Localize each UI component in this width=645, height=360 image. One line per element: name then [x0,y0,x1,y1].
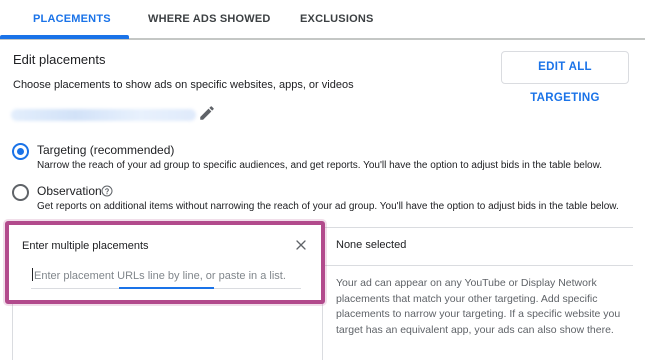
targeting-label: Targeting (recommended) [37,143,175,157]
placement-urls-input[interactable] [31,265,303,287]
tab-exclusions[interactable]: EXCLUSIONS [300,0,374,38]
selection-status: None selected [336,239,407,251]
targeting-description: Narrow the reach of your ad group to spe… [37,160,603,171]
tab-where-ads-showed[interactable]: WHERE ADS SHOWED [148,0,271,38]
multiple-placements-title: Enter multiple placements [22,240,149,252]
text-cursor [32,268,33,281]
left-panel-border [12,296,322,360]
ad-group-name-blurred [11,109,196,121]
page-subtitle: Choose placements to show ads on specifi… [13,79,354,91]
panel-divider [323,265,633,266]
help-icon[interactable] [101,185,113,197]
multiple-placements-box: Enter multiple placements [5,221,325,304]
selected-placements-panel: None selected Your ad can appear on any … [322,227,633,360]
close-icon[interactable] [295,239,307,251]
input-focus-indicator [119,287,214,289]
page-title: Edit placements [13,52,106,67]
edit-all-targeting-button[interactable]: EDIT ALL TARGETING [501,51,629,104]
active-tab-indicator [0,35,129,39]
pencil-icon[interactable] [198,104,216,122]
observation-radio[interactable] [12,184,29,201]
observation-description: Get reports on additional items without … [37,201,619,212]
targeting-radio[interactable] [12,143,29,160]
observation-label: Observation [37,184,102,198]
tab-placements[interactable]: PLACEMENTS [33,0,111,38]
tab-bar: PLACEMENTS WHERE ADS SHOWED EXCLUSIONS [0,0,645,40]
placements-info-text: Your ad can appear on any YouTube or Dis… [336,277,621,336]
